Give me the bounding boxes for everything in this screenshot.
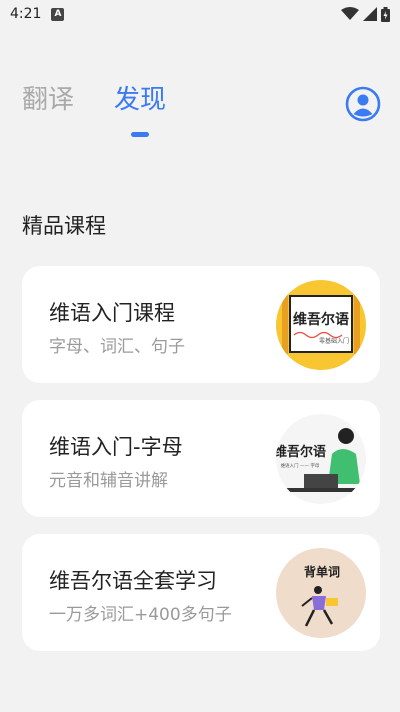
thumb-title: 背单词 [304, 564, 340, 579]
thumb-title: 维吾尔语 [276, 444, 326, 460]
course-subtitle: 一万多词汇+400多句子 [49, 605, 232, 625]
battery-icon [381, 6, 390, 22]
course-card[interactable]: 维语入门课程 字母、词汇、句子 维吾尔语 零基础入门 [22, 266, 380, 383]
tab-discover-label: 发现 [114, 85, 167, 115]
top-tabs: 翻译 发现 [22, 82, 167, 137]
thumb-title: 维吾尔语 [293, 311, 349, 328]
wifi-icon [341, 7, 359, 20]
course-card[interactable]: 维语入门-字母 元音和辅音讲解 维吾尔语 维语入门 —— 字母 [22, 400, 380, 517]
course-subtitle: 元音和辅音讲解 [49, 471, 168, 491]
status-icons [341, 6, 390, 22]
notification-badge-icon: A [51, 7, 65, 21]
tab-discover[interactable]: 发现 [114, 82, 167, 137]
status-time: 4:21 [10, 6, 42, 22]
user-avatar-icon[interactable] [345, 86, 381, 122]
course-thumbnail: 背单词 [276, 548, 366, 638]
course-title: 维吾尔语全套学习 [49, 569, 217, 593]
course-title: 维语入门课程 [49, 301, 175, 325]
course-thumbnail: 维吾尔语 维语入门 —— 字母 [276, 414, 366, 504]
signal-icon [363, 7, 377, 21]
course-list: 维语入门课程 字母、词汇、句子 维吾尔语 零基础入门 维语入门-字母 元音和辅音… [22, 266, 380, 668]
course-thumbnail: 维吾尔语 零基础入门 [276, 280, 366, 370]
status-bar: 4:21 A [0, 0, 400, 28]
tab-translate[interactable]: 翻译 [22, 82, 74, 118]
thumb-caption: 零基础入门 [319, 337, 349, 345]
course-subtitle: 字母、词汇、句子 [49, 337, 185, 357]
active-tab-indicator [131, 132, 150, 137]
course-card[interactable]: 维吾尔语全套学习 一万多词汇+400多句子 背单词 [22, 534, 380, 651]
thumb-caption: 维语入门 —— 字母 [281, 462, 320, 469]
course-title: 维语入门-字母 [49, 435, 183, 459]
section-title: 精品课程 [22, 214, 106, 238]
